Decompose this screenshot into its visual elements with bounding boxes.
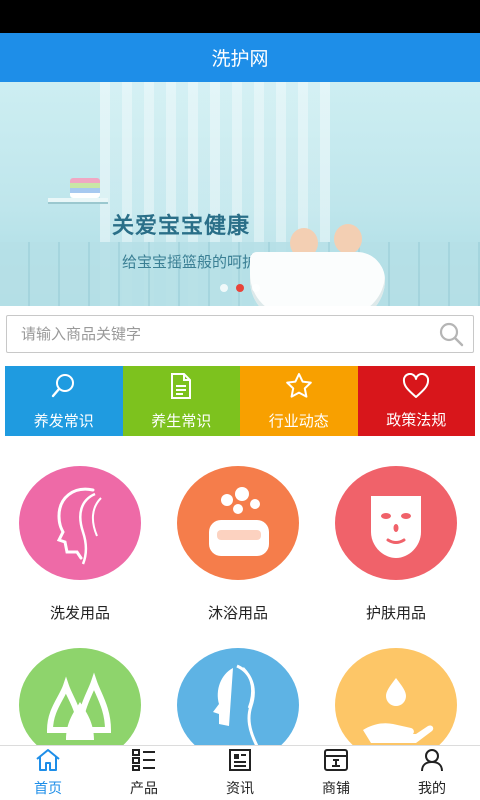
- bottom-tab-bar: 首页 产品 资讯 商铺 我的: [0, 745, 480, 800]
- tab-label: 商铺: [322, 781, 350, 797]
- banner-subline: 给宝宝摇篮般的呵护: [122, 253, 258, 271]
- home-icon: [35, 748, 61, 776]
- search-input[interactable]: [21, 325, 429, 343]
- carousel-dot[interactable]: [252, 284, 260, 292]
- list-icon: [131, 748, 157, 776]
- news-icon: [228, 748, 252, 776]
- product-skincare[interactable]: 护肤用品: [316, 466, 476, 623]
- page-title: 洗护网: [211, 48, 269, 70]
- tab-label: 我的: [418, 781, 446, 797]
- banner-headline: 关爱宝宝健康: [112, 214, 251, 239]
- tab-products[interactable]: 产品: [96, 746, 192, 800]
- face-mask-icon: [335, 466, 457, 580]
- product-bath[interactable]: 沐浴用品: [158, 466, 318, 623]
- shop-icon: [323, 748, 349, 776]
- category-policies[interactable]: 政策法规: [357, 366, 475, 436]
- banner-towels: [70, 178, 100, 198]
- tab-label: 产品: [130, 781, 158, 797]
- category-bar: 养发常识 养生常识 行业动态 政策法规: [5, 366, 475, 436]
- document-icon: [169, 372, 193, 404]
- search-icon: [50, 372, 78, 404]
- hair-profile-icon: [19, 466, 141, 580]
- tab-shops[interactable]: 商铺: [288, 746, 384, 800]
- tab-label: 首页: [34, 781, 62, 797]
- carousel-dot-active[interactable]: [236, 284, 244, 292]
- product-shampoo[interactable]: 洗发用品: [0, 466, 160, 623]
- tab-label: 资讯: [226, 781, 254, 797]
- heart-icon: [402, 372, 430, 403]
- tab-mine[interactable]: 我的: [384, 746, 480, 800]
- category-hair-care-tips[interactable]: 养发常识: [5, 366, 123, 436]
- app-header: 洗护网: [0, 33, 480, 82]
- product-label: 护肤用品: [365, 604, 426, 622]
- banner-carousel[interactable]: 关爱宝宝健康 给宝宝摇篮般的呵护: [0, 82, 480, 306]
- category-label: 政策法规: [386, 410, 447, 429]
- tab-home[interactable]: 首页: [0, 746, 96, 800]
- category-label: 行业动态: [268, 411, 329, 430]
- carousel-indicator: [0, 284, 480, 292]
- search-bar[interactable]: [6, 315, 474, 353]
- user-icon: [420, 748, 444, 776]
- category-industry-news[interactable]: 行业动态: [240, 366, 358, 436]
- product-label: 洗发用品: [49, 604, 110, 622]
- star-icon: [285, 372, 313, 404]
- carousel-dot[interactable]: [220, 284, 228, 292]
- banner-shelf: [48, 198, 108, 204]
- status-bar: [0, 0, 480, 33]
- product-label: 沐浴用品: [207, 604, 268, 622]
- category-health-tips[interactable]: 养生常识: [122, 366, 240, 436]
- search-icon[interactable]: [429, 315, 473, 353]
- category-label: 养生常识: [151, 411, 212, 430]
- tab-news[interactable]: 资讯: [192, 746, 288, 800]
- banner-baby: [334, 224, 362, 254]
- banner-bathtub: [250, 252, 385, 306]
- soap-icon: [177, 466, 299, 580]
- category-label: 养发常识: [33, 411, 94, 430]
